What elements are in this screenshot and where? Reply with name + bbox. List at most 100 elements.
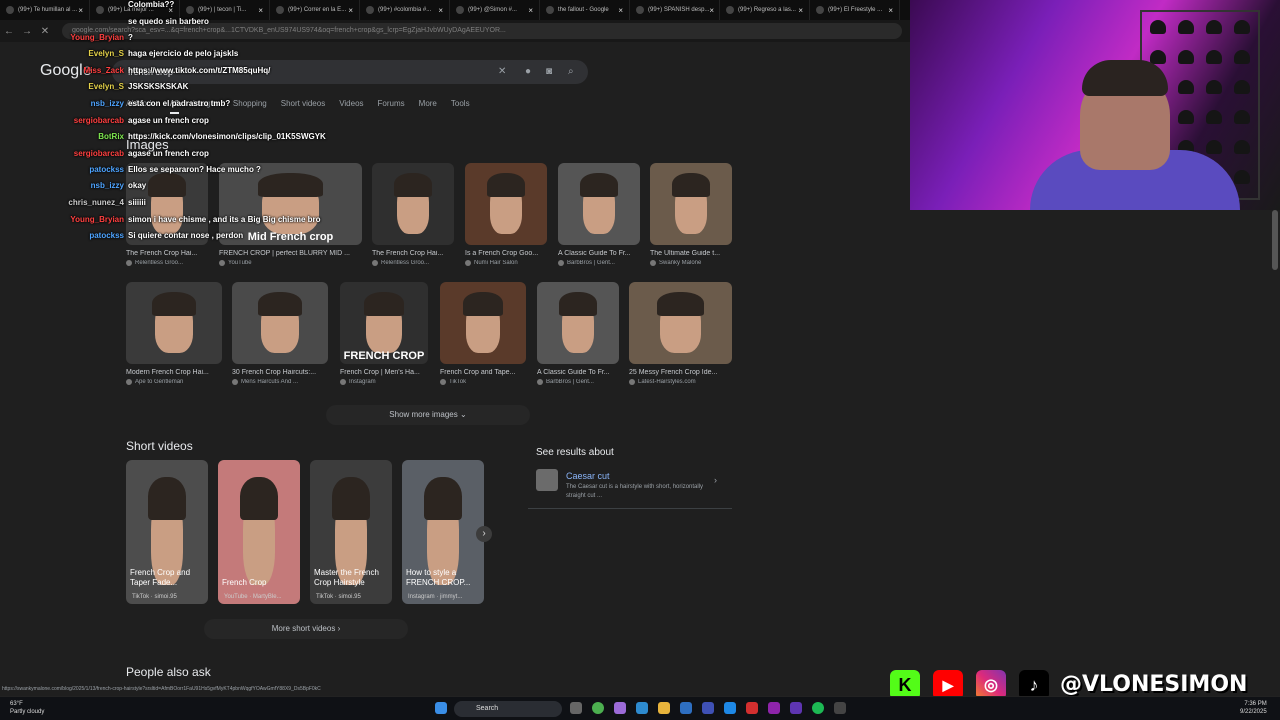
clear-icon[interactable]: ✕ [498,66,506,77]
image-result[interactable]: The Ultimate Guide t... Swanky Malone [650,163,732,266]
filter-tab[interactable]: Tools [451,99,470,114]
caesar-cut-link[interactable]: Caesar cut [566,471,610,481]
source-favicon-icon [558,260,564,266]
file-explorer-icon[interactable] [658,702,670,714]
clock[interactable]: 7:36 PM 9/22/2025 [1240,700,1267,716]
portrait-hair [559,291,597,317]
image-title[interactable]: 30 French Crop Haircuts:... [232,369,328,376]
image-result[interactable]: Modern French Crop Hai... Ape to Gentlema… [126,282,222,385]
image-title[interactable]: The Ultimate Guide t... [650,250,732,257]
image-title[interactable]: Modern French Crop Hai... [126,369,222,376]
browser-tab[interactable]: (99+) El Freestyle ... × [810,0,900,20]
image-source[interactable]: Numi Hair Salon [465,260,547,266]
tab-title: (99+) SPANISH desp... [648,7,710,13]
browser-tab[interactable]: (99+) SPANISH desp... × [630,0,720,20]
page-scrollbar[interactable] [1272,210,1278,270]
tab-favicon-icon [636,6,644,14]
close-icon[interactable]: × [618,6,623,15]
task-view-icon[interactable] [570,702,582,714]
image-result[interactable]: 25 Messy French Crop Ide... Latest-Hairst… [629,282,732,385]
close-icon[interactable]: × [438,6,443,15]
webcam-feed [910,0,1280,210]
image-source[interactable]: Relentless Groo... [126,260,208,266]
image-result[interactable]: French Crop and Tape... TikTok [440,282,526,385]
chat-text: Colombia?? [128,0,175,9]
image-title[interactable]: A Classic Guide To Fr... [537,369,619,376]
edge-icon[interactable] [636,702,648,714]
cap-shape [1178,20,1194,34]
image-source[interactable]: Ape to Gentleman [126,379,222,385]
image-source[interactable]: Relentless Groo... [372,260,454,266]
chat-username: patockss [89,231,124,240]
image-source[interactable]: BarbBros | Gent... [558,260,640,266]
app-icon[interactable] [724,702,736,714]
image-result[interactable]: A Classic Guide To Fr... BarbBros | Gent.… [558,163,640,266]
taskbar-search[interactable]: Search [454,701,562,717]
short-video-card[interactable]: Master the French Crop Hairstyle TikTok ·… [310,460,392,604]
source-favicon-icon [126,260,132,266]
weather-widget[interactable]: 63°F Partly cloudy [10,700,44,716]
image-result[interactable]: Is a French Crop Goo... Numi Hair Salon [465,163,547,266]
image-thumbnail[interactable] [465,163,547,245]
video-title: Master the French Crop Hairstyle [314,568,379,587]
image-thumbnail[interactable] [629,282,732,364]
image-thumbnail[interactable] [440,282,526,364]
filter-tab[interactable]: More [419,99,437,114]
image-title[interactable]: 25 Messy French Crop Ide... [629,369,732,376]
microphone-icon[interactable]: ● [525,66,531,77]
more-short-videos-button[interactable]: More short videos › [204,619,408,639]
start-icon[interactable] [435,702,447,714]
mail-icon[interactable] [680,702,692,714]
image-source[interactable]: Instagram [340,379,428,385]
image-source[interactable]: Latest-Hairstyles.com [629,379,732,385]
close-icon[interactable]: × [798,6,803,15]
cap-shape [1206,110,1222,124]
browser-tab[interactable]: (99+) @Simon #... × [450,0,540,20]
store-icon[interactable] [702,702,714,714]
show-more-images-button[interactable]: Show more images ⌄ [326,405,530,425]
chat-username: Evelyn_S [88,49,124,58]
short-video-card[interactable]: French Crop YouTube · MartyBle... [218,460,300,604]
chat-username: sergiobarcab [73,149,124,158]
show-more-images-label: Show more images [389,410,458,419]
cap-shape [1150,20,1166,34]
see-results-about-panel: See results about Caesar cut The Caesar … [528,439,732,509]
image-title[interactable]: A Classic Guide To Fr... [558,250,640,257]
image-thumbnail[interactable] [232,282,328,364]
browser-tab[interactable]: the fallout - Google × [540,0,630,20]
close-icon[interactable]: × [709,6,714,15]
image-thumbnail[interactable]: FRENCH CROP [340,282,428,364]
image-title[interactable]: French Crop | Men's Ha... [340,369,428,376]
image-source[interactable]: Swanky Malone [650,260,732,266]
image-title[interactable]: Is a French Crop Goo... [465,250,547,257]
chevron-right-icon[interactable]: › [476,526,492,542]
short-video-card[interactable]: How to style a FRENCH CROP... Instagram ·… [402,460,484,604]
spotify-icon[interactable] [812,702,824,714]
image-source[interactable]: YouTube [219,260,362,266]
image-thumbnail[interactable] [558,163,640,245]
image-source[interactable]: BarbBros | Gent... [537,379,619,385]
close-icon[interactable]: × [888,6,893,15]
image-result[interactable]: FRENCH CROP French Crop | Men's Ha... Inst… [340,282,428,385]
caesar-cut-thumbnail[interactable] [536,469,558,491]
app-icon[interactable] [746,702,758,714]
image-source[interactable]: Mens Haircuts And ... [232,379,328,385]
chrome-icon[interactable] [592,702,604,714]
camera-icon[interactable]: ◙ [546,66,552,77]
search-icon[interactable]: ⌕ [568,66,574,77]
browser-tab[interactable]: (99+) Regreso a las... × [720,0,810,20]
image-thumbnail[interactable] [126,282,222,364]
short-video-card[interactable]: French Crop and Taper Fade... TikTok · si… [126,460,208,604]
close-icon[interactable]: × [528,6,533,15]
image-result[interactable]: 30 French Crop Haircuts:... Mens Haircuts… [232,282,328,385]
app-icon[interactable] [834,702,846,714]
image-thumbnail[interactable] [650,163,732,245]
app-icon[interactable] [614,702,626,714]
image-source[interactable]: TikTok [440,379,526,385]
app-icon[interactable] [768,702,780,714]
chevron-right-icon[interactable]: › [714,475,717,485]
image-thumbnail[interactable] [537,282,619,364]
image-title[interactable]: French Crop and Tape... [440,369,526,376]
image-result[interactable]: A Classic Guide To Fr... BarbBros | Gent.… [537,282,619,385]
discord-icon[interactable] [790,702,802,714]
